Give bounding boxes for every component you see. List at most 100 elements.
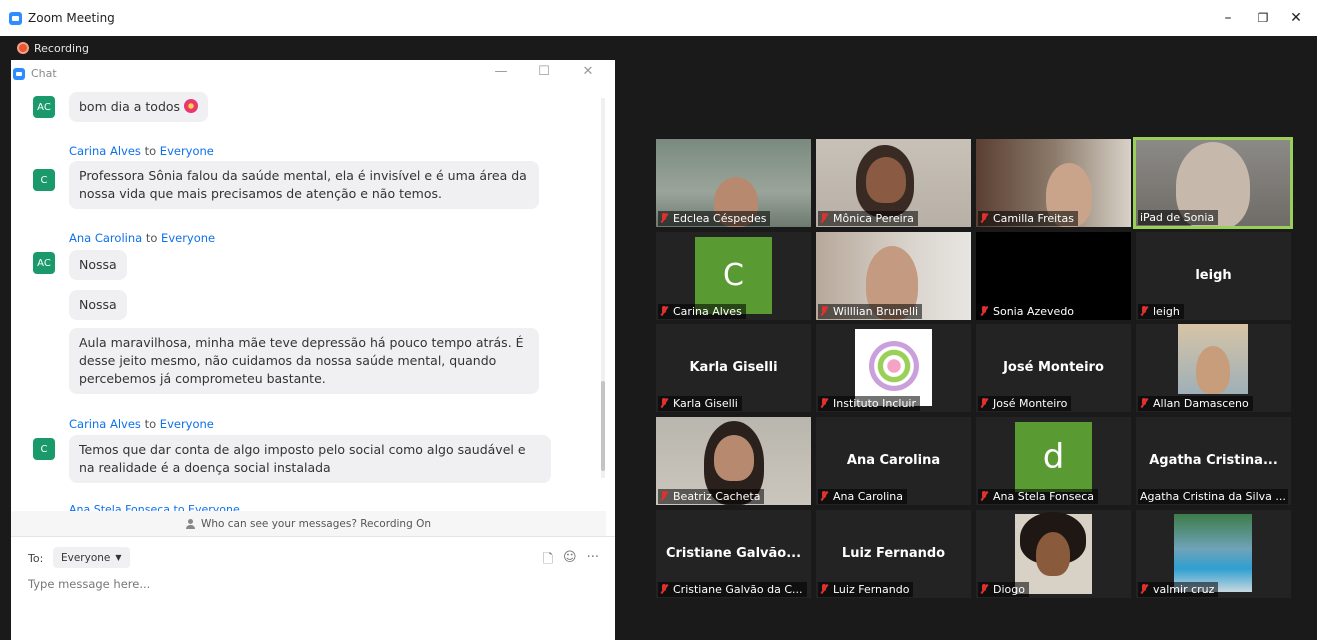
mic-muted-icon [980,306,988,317]
participant-name: Ana Stela Fonseca [993,490,1095,503]
participant-tile[interactable]: Agatha Cristina... Agatha Cristina da Si… [1136,417,1291,505]
zoom-logo-icon [9,11,22,25]
participant-label: Sonia Azevedo [978,304,1079,319]
recording-bar: Recording [0,36,1317,60]
mic-muted-icon [820,306,828,317]
sender-to: to [144,417,157,431]
chat-compose: To: Everyone ▼ 🗋 ☺ ··· [11,536,615,640]
participant-tile[interactable]: Luiz Fernando Luiz Fernando [816,510,971,598]
participant-name: Willlian Brunelli [833,305,919,318]
participant-label: Agatha Cristina da Silva ... [1138,489,1288,504]
mic-muted-icon [1140,306,1148,317]
participant-tile-active[interactable]: iPad de Sonia [1133,137,1293,229]
chat-message: Professora Sônia falou da saúde mental, … [69,161,539,209]
chat-close-button[interactable]: ✕ [578,64,598,79]
participant-tile[interactable]: Cristiane Galvão... Cristiane Galvão da … [656,510,811,598]
participant-name: Edclea Céspedes [673,212,767,225]
more-options-icon[interactable]: ··· [587,550,599,572]
chat-scrollbar[interactable] [601,98,605,478]
participant-label: Camilla Freitas [978,211,1078,226]
participant-tile[interactable]: Sonia Azevedo [976,232,1131,320]
message-sender-cutoff: Ana Stela Fonseca to Everyone [69,503,240,511]
mic-muted-icon [660,306,668,317]
participant-video [1036,532,1070,576]
scrollbar-thumb[interactable] [601,381,605,471]
minimize-button[interactable]: – [1208,0,1248,36]
participant-tile[interactable]: Allan Damasceno [1136,324,1291,412]
avatar: C [33,169,55,191]
participant-display-name: Karla Giselli [689,360,778,375]
avatar: C [33,438,55,460]
participant-name: Allan Damasceno [1153,397,1249,410]
participant-name: Mônica Pereira [833,212,914,225]
recording-label: Recording [34,41,90,55]
participant-label: Mônica Pereira [818,211,918,226]
hibiscus-emoji-icon [184,99,199,113]
mic-muted-icon [980,584,988,595]
mic-muted-icon [820,491,828,502]
recording-icon [17,42,29,54]
participant-name: Sonia Azevedo [993,305,1075,318]
participant-label: leigh [1138,304,1184,319]
sender-to: to [144,144,157,158]
sender-name[interactable]: Ana Carolina [69,231,142,245]
participant-label: Allan Damasceno [1138,396,1253,411]
participant-name: Instituto Incluir [833,397,917,410]
mic-muted-icon [980,213,988,224]
participant-display-name: Agatha Cristina... [1149,453,1278,468]
avatar: AC [33,252,55,274]
message-text: bom dia a todos [79,99,181,114]
file-icon[interactable]: 🗋 [543,550,553,572]
message-sender: Ana Carolina to Everyone [69,231,215,245]
participant-name: Ana Carolina [833,490,903,503]
sender-audience: Everyone [159,144,214,158]
participant-label: Beatriz Cacheta [658,489,765,504]
participant-name: Carina Alves [673,305,742,318]
sender-name[interactable]: Carina Alves [69,144,141,158]
chat-maximize-button[interactable]: ☐ [534,64,554,79]
participant-name: iPad de Sonia [1140,211,1215,224]
participant-tile[interactable]: Camilla Freitas [976,139,1131,227]
participant-face [866,157,906,203]
window-titlebar: Zoom Meeting – ❐ ✕ [0,0,1317,36]
chat-message: bom dia a todos [69,92,209,122]
participant-tile[interactable]: d Ana Stela Fonseca [976,417,1131,505]
participant-tile[interactable]: C Carina Alves [656,232,811,320]
participant-tile[interactable]: José Monteiro José Monteiro [976,324,1131,412]
participant-tile[interactable]: Willlian Brunelli [816,232,971,320]
participant-label: Karla Giselli [658,396,742,411]
participant-name: Camilla Freitas [993,212,1074,225]
chat-message-list[interactable]: AC bom dia a todos Carina Alves to Every… [11,87,606,511]
participant-tile[interactable]: Edclea Céspedes [656,139,811,227]
close-button[interactable]: ✕ [1276,0,1316,36]
institute-logo-icon [869,341,919,391]
participant-label: Cristiane Galvão da C... [658,582,807,597]
recipient-dropdown[interactable]: Everyone ▼ [53,547,130,568]
message-sender: Carina Alves to Everyone [69,144,214,158]
sender-name[interactable]: Carina Alves [69,417,141,431]
participant-tile[interactable]: valmir cruz [1136,510,1291,598]
participant-avatar: C [695,237,772,314]
participant-tile[interactable]: Diogo [976,510,1131,598]
mic-muted-icon [820,213,828,224]
mic-muted-icon [660,584,668,595]
participant-tile[interactable]: Karla Giselli Karla Giselli [656,324,811,412]
participant-tile[interactable]: Ana Carolina Ana Carolina [816,417,971,505]
chat-minimize-button[interactable]: — [491,64,511,79]
participant-display-name: Ana Carolina [846,453,941,468]
participant-display-name: Cristiane Galvão... [665,546,802,561]
recording-notice[interactable]: Who can see your messages? Recording On [11,511,606,536]
participant-tile[interactable]: Mônica Pereira [816,139,971,227]
participant-name: Diogo [993,583,1025,596]
participant-label: iPad de Sonia [1138,210,1219,225]
emoji-icon[interactable]: ☺ [563,550,577,572]
participant-name: Beatriz Cacheta [673,490,761,503]
mic-muted-icon [1140,584,1148,595]
people-icon [185,518,196,529]
message-input[interactable] [28,577,588,591]
sender-audience: Everyone [161,231,216,245]
participant-tile[interactable]: Instituto Incluir [816,324,971,412]
participant-tile[interactable]: Beatriz Cacheta [656,417,811,505]
participant-tile[interactable]: leigh leigh [1136,232,1291,320]
participant-display-name: José Monteiro [1003,360,1104,375]
